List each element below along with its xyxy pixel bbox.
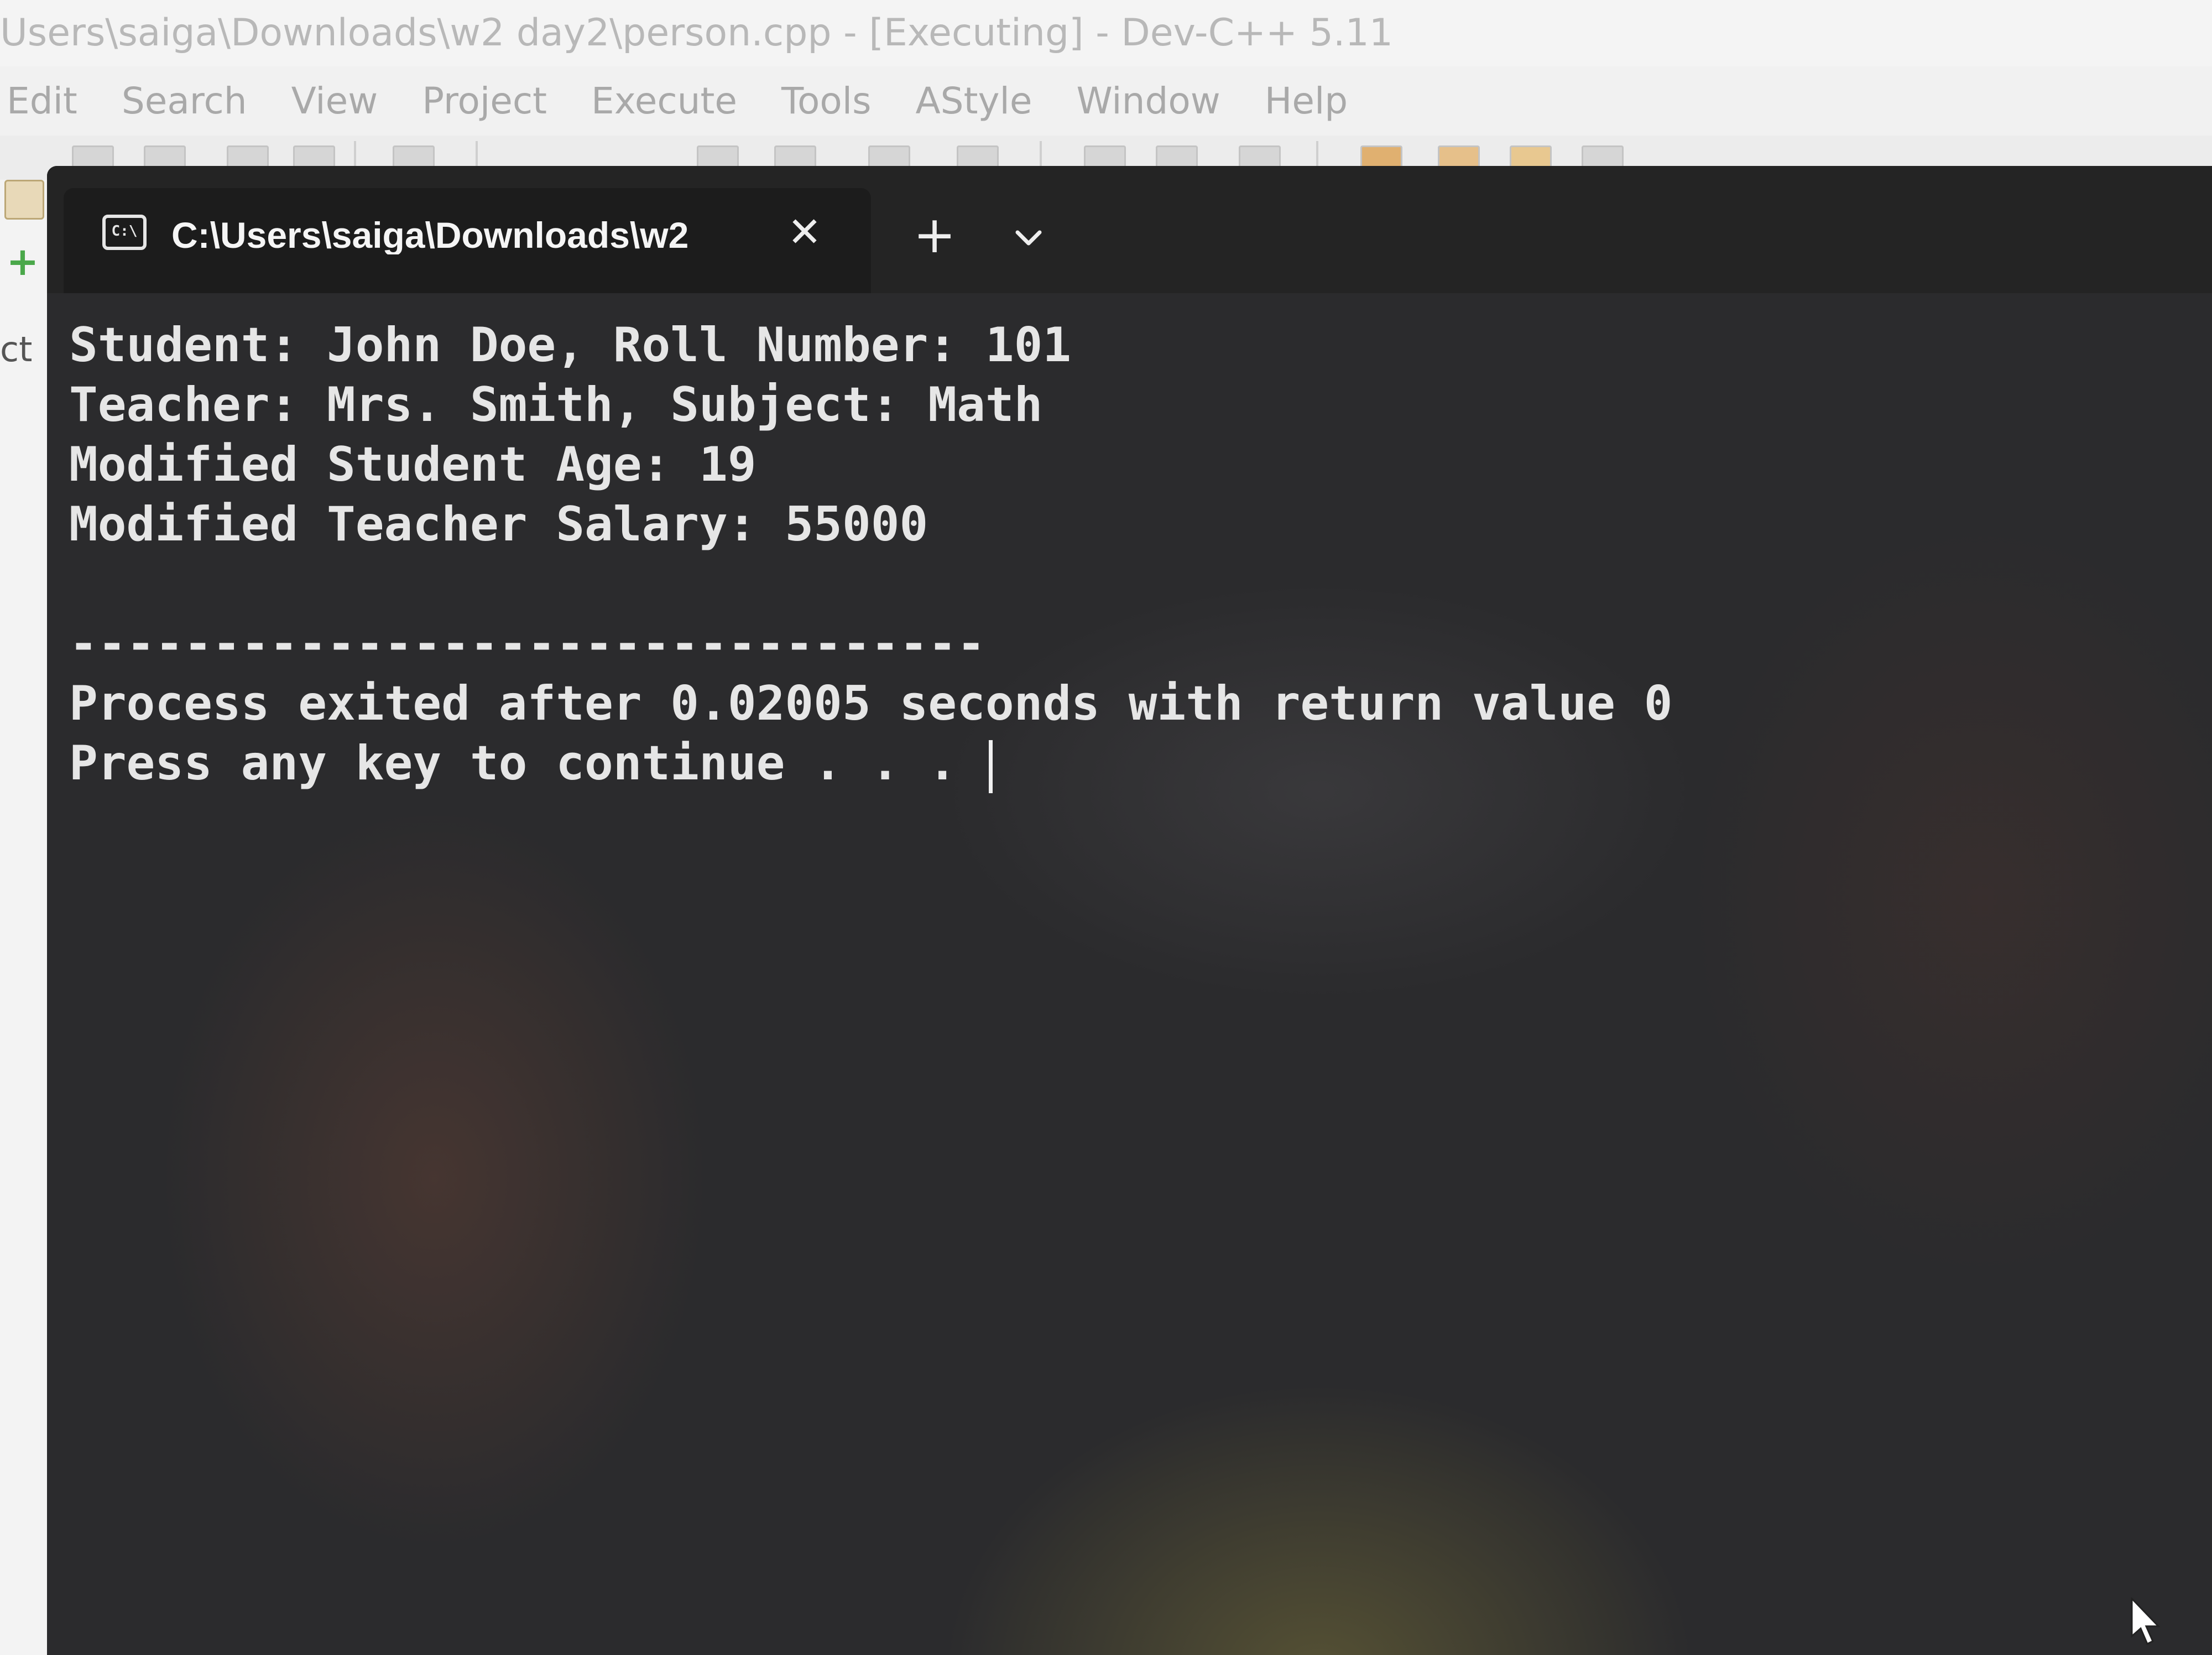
menu-astyle[interactable]: AStyle xyxy=(916,80,1032,122)
terminal-window: C:\ C:\Users\saiga\Downloads\w2 ✕ + Stud… xyxy=(47,166,2212,1655)
ide-project-panel: + ct xyxy=(0,180,49,1655)
terminal-icon: C:\ xyxy=(102,215,147,250)
menu-project[interactable]: Project xyxy=(422,80,547,122)
chevron-down-icon xyxy=(1015,230,1042,246)
output-line-student: Student: John Doe, Roll Number: 101 xyxy=(69,318,1072,373)
screen: Users\saiga\Downloads\w2 day2\person.cpp… xyxy=(0,0,2212,1655)
menu-edit[interactable]: Edit xyxy=(7,80,77,122)
plus-icon: + xyxy=(913,205,956,264)
output-line-teacher-salary: Modified Teacher Salary: 55000 xyxy=(69,497,928,552)
menu-tools[interactable]: Tools xyxy=(781,80,872,122)
menu-window[interactable]: Window xyxy=(1076,80,1220,122)
press-key-text: Press any key to continue . . . xyxy=(69,736,985,791)
menu-help[interactable]: Help xyxy=(1265,80,1348,122)
output-line-teacher: Teacher: Mrs. Smith, Subject: Math xyxy=(69,377,1043,433)
menu-search[interactable]: Search xyxy=(122,80,247,122)
output-line-process-exit: Process exited after 0.02005 seconds wit… xyxy=(69,676,1673,731)
console-output-area[interactable]: Student: John Doe, Roll Number: 101 Teac… xyxy=(47,293,2212,1655)
add-icon[interactable]: + xyxy=(4,242,41,281)
output-line-blank xyxy=(69,554,2060,614)
text-cursor xyxy=(988,740,993,793)
ide-menu-bar: Edit Search View Project Execute Tools A… xyxy=(0,66,2212,136)
output-line-student-age: Modified Student Age: 19 xyxy=(69,437,757,492)
project-icon[interactable] xyxy=(4,180,44,220)
output-line-press-key: Press any key to continue . . . xyxy=(69,733,2060,793)
close-tab-button[interactable]: ✕ xyxy=(782,210,827,254)
mouse-pointer-icon xyxy=(2131,1597,2161,1646)
tab-dropdown-button[interactable] xyxy=(1009,218,1048,257)
new-tab-button[interactable]: + xyxy=(910,210,959,261)
tab-title: C:\Users\saiga\Downloads\w2 xyxy=(171,216,689,254)
console-text: Student: John Doe, Roll Number: 101 Teac… xyxy=(69,315,2060,793)
menu-view[interactable]: View xyxy=(291,80,378,122)
close-icon: ✕ xyxy=(787,209,822,256)
menu-execute[interactable]: Execute xyxy=(591,80,737,122)
panel-tab-label[interactable]: ct xyxy=(0,329,32,369)
terminal-tab-bar: C:\ C:\Users\saiga\Downloads\w2 ✕ + xyxy=(47,166,2212,293)
ide-title-bar: Users\saiga\Downloads\w2 day2\person.cpp… xyxy=(0,0,2212,66)
ide-window-title: Users\saiga\Downloads\w2 day2\person.cpp… xyxy=(0,11,1394,55)
output-separator: -------------------------------- xyxy=(69,616,985,672)
